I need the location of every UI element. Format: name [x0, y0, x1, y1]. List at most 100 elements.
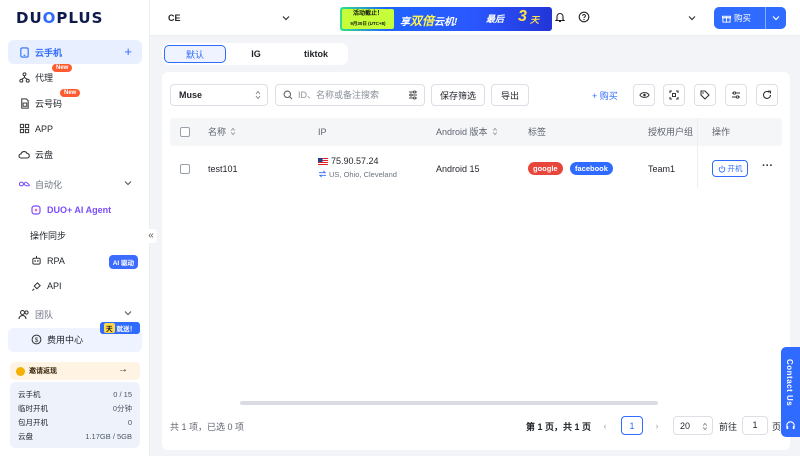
- page-size-value: 20: [680, 420, 691, 431]
- sort-arrows-icon[interactable]: [492, 119, 498, 147]
- promo-banner-prefix: 享: [400, 17, 410, 28]
- sidebar-item-api[interactable]: API: [8, 274, 142, 298]
- stat-value: 1.17GB / 5GB: [85, 432, 132, 441]
- tag-button[interactable]: [694, 84, 716, 106]
- table-row[interactable]: test101 75.90.57.24 US, Ohio, Cleveland …: [170, 152, 782, 186]
- sidebar-nav: 云手机 + 代理 New 云号码 New APP 云盘 自动化 DUO+ AI …: [8, 40, 142, 353]
- page-size-select[interactable]: 20: [673, 416, 713, 435]
- promo-banner-tag: 活动截止！ 9月30日 (UTC+8): [342, 9, 394, 29]
- power-on-button[interactable]: 开机: [712, 160, 748, 177]
- tag-google[interactable]: google: [528, 162, 563, 175]
- buy-button[interactable]: 购买: [714, 7, 786, 29]
- dollar-icon: $: [30, 334, 42, 346]
- search-input[interactable]: [298, 90, 398, 100]
- row-checkbox[interactable]: [180, 164, 190, 174]
- next-page-button[interactable]: ›: [650, 416, 664, 435]
- stat-label: 云手机: [18, 390, 41, 399]
- tag-icon: [700, 90, 710, 100]
- horizontal-scrollbar[interactable]: [240, 401, 658, 405]
- refresh-icon: [763, 90, 772, 99]
- api-plug-icon: [30, 280, 42, 292]
- promo-badge: 天就送！: [100, 321, 140, 334]
- android-version: Android 15: [436, 164, 480, 174]
- sidebar-item-billing[interactable]: $ 费用中心 天就送！: [8, 321, 142, 352]
- app-select-value: Muse: [179, 90, 203, 100]
- bell-icon[interactable]: [554, 11, 568, 25]
- search-box[interactable]: [275, 84, 425, 106]
- network-icon: [18, 72, 30, 84]
- sidebar-item-cloud-disk[interactable]: 云盘: [8, 142, 142, 166]
- page-number-1[interactable]: 1: [621, 416, 643, 435]
- power-on-label: 开机: [727, 164, 743, 173]
- tab-tiktok[interactable]: tiktok: [286, 45, 346, 63]
- eye-icon: [638, 92, 650, 98]
- collapse-sidebar-button[interactable]: «: [145, 229, 157, 243]
- select-all-checkbox[interactable]: [180, 127, 190, 137]
- arrow-right-icon: →: [118, 364, 128, 375]
- settings-button[interactable]: [725, 84, 747, 106]
- sidebar-item-app[interactable]: APP: [8, 117, 142, 141]
- app-select[interactable]: Muse: [170, 84, 268, 106]
- headset-icon: [785, 420, 796, 433]
- add-cloud-phone-icon[interactable]: +: [124, 44, 132, 59]
- tab-default[interactable]: 默认: [164, 45, 226, 63]
- tag-facebook[interactable]: facebook: [570, 162, 613, 175]
- ip-location-cell: US, Ohio, Cleveland: [318, 170, 397, 179]
- stat-value: 0分钟: [112, 404, 132, 413]
- chevron-down-icon: [282, 13, 290, 23]
- save-filter-button[interactable]: 保存筛选: [431, 84, 485, 106]
- column-header-tags: 标签: [528, 127, 547, 137]
- invite-cashback-banner[interactable]: 邀请返现 →: [10, 362, 140, 380]
- ip-address: 75.90.57.24: [331, 156, 379, 166]
- us-flag-icon: [318, 158, 328, 165]
- swap-icon: [318, 170, 327, 178]
- device-name[interactable]: test101: [208, 164, 238, 174]
- tab-ig[interactable]: IG: [226, 45, 286, 63]
- stat-row: 包月开机 0: [18, 416, 132, 430]
- sidebar-item-cloud-phone[interactable]: 云手机 +: [8, 40, 142, 64]
- more-actions-icon[interactable]: ···: [762, 160, 773, 172]
- sidebar-item-rpa[interactable]: RPA AI 驱动: [8, 249, 142, 273]
- power-icon: [718, 165, 725, 172]
- buy-button-label: 购买: [734, 13, 752, 23]
- sidebar-item-label: APP: [35, 123, 54, 134]
- goto-page-input[interactable]: 1: [742, 416, 768, 435]
- sidebar-item-label: API: [47, 281, 62, 291]
- stat-label: 包月开机: [18, 418, 48, 427]
- stat-value: 0 / 15: [113, 390, 132, 399]
- help-icon[interactable]: [578, 11, 592, 25]
- column-header-name[interactable]: 名称: [208, 118, 236, 146]
- contact-us-label: Contact Us: [785, 359, 794, 407]
- buy-button-main[interactable]: 购买: [714, 7, 766, 29]
- export-button[interactable]: 导出: [491, 84, 529, 106]
- sort-arrows-icon[interactable]: [230, 119, 236, 147]
- column-header-label: 名称: [208, 127, 227, 137]
- sidebar-item-label: RPA: [47, 255, 65, 266]
- ip-cell: 75.90.57.24: [318, 156, 379, 166]
- sort-arrows-icon: [702, 422, 708, 433]
- screenshot-button[interactable]: [663, 84, 685, 106]
- refresh-button[interactable]: [756, 84, 778, 106]
- sidebar-item-proxy[interactable]: 代理 New: [8, 63, 142, 90]
- stat-value: 0: [127, 418, 132, 427]
- promo-banner-number: 3: [518, 8, 527, 25]
- column-header-android[interactable]: Android 版本: [436, 118, 498, 146]
- promo-badge-text: 就送！: [116, 325, 137, 333]
- chevron-down-icon: [124, 178, 132, 188]
- account-dropdown-chevron-icon[interactable]: [688, 13, 696, 23]
- buy-dropdown-chevron-icon[interactable]: [766, 15, 786, 21]
- prev-page-button[interactable]: ‹: [598, 416, 612, 435]
- sidebar-item-cloud-number[interactable]: 云号码 New: [8, 89, 142, 115]
- promo-banner-day: 天: [530, 15, 540, 25]
- buy-link[interactable]: + 购买: [592, 89, 618, 102]
- group-select[interactable]: CE: [162, 8, 298, 28]
- contact-us-button[interactable]: Contact Us: [781, 347, 800, 437]
- promo-banner[interactable]: 活动截止！ 9月30日 (UTC+8) 享双倍云机! 最后 3 天: [340, 7, 552, 31]
- phone-icon: [18, 46, 30, 58]
- visibility-button[interactable]: [633, 84, 655, 106]
- filter-icon[interactable]: [408, 90, 418, 102]
- sidebar-item-ai-agent[interactable]: DUO+ AI Agent: [8, 198, 142, 222]
- sidebar-group-automation[interactable]: 自动化: [8, 172, 142, 196]
- app-logo[interactable]: DUOPLUS: [16, 9, 103, 27]
- sidebar-item-op-sync[interactable]: 操作同步: [8, 223, 142, 247]
